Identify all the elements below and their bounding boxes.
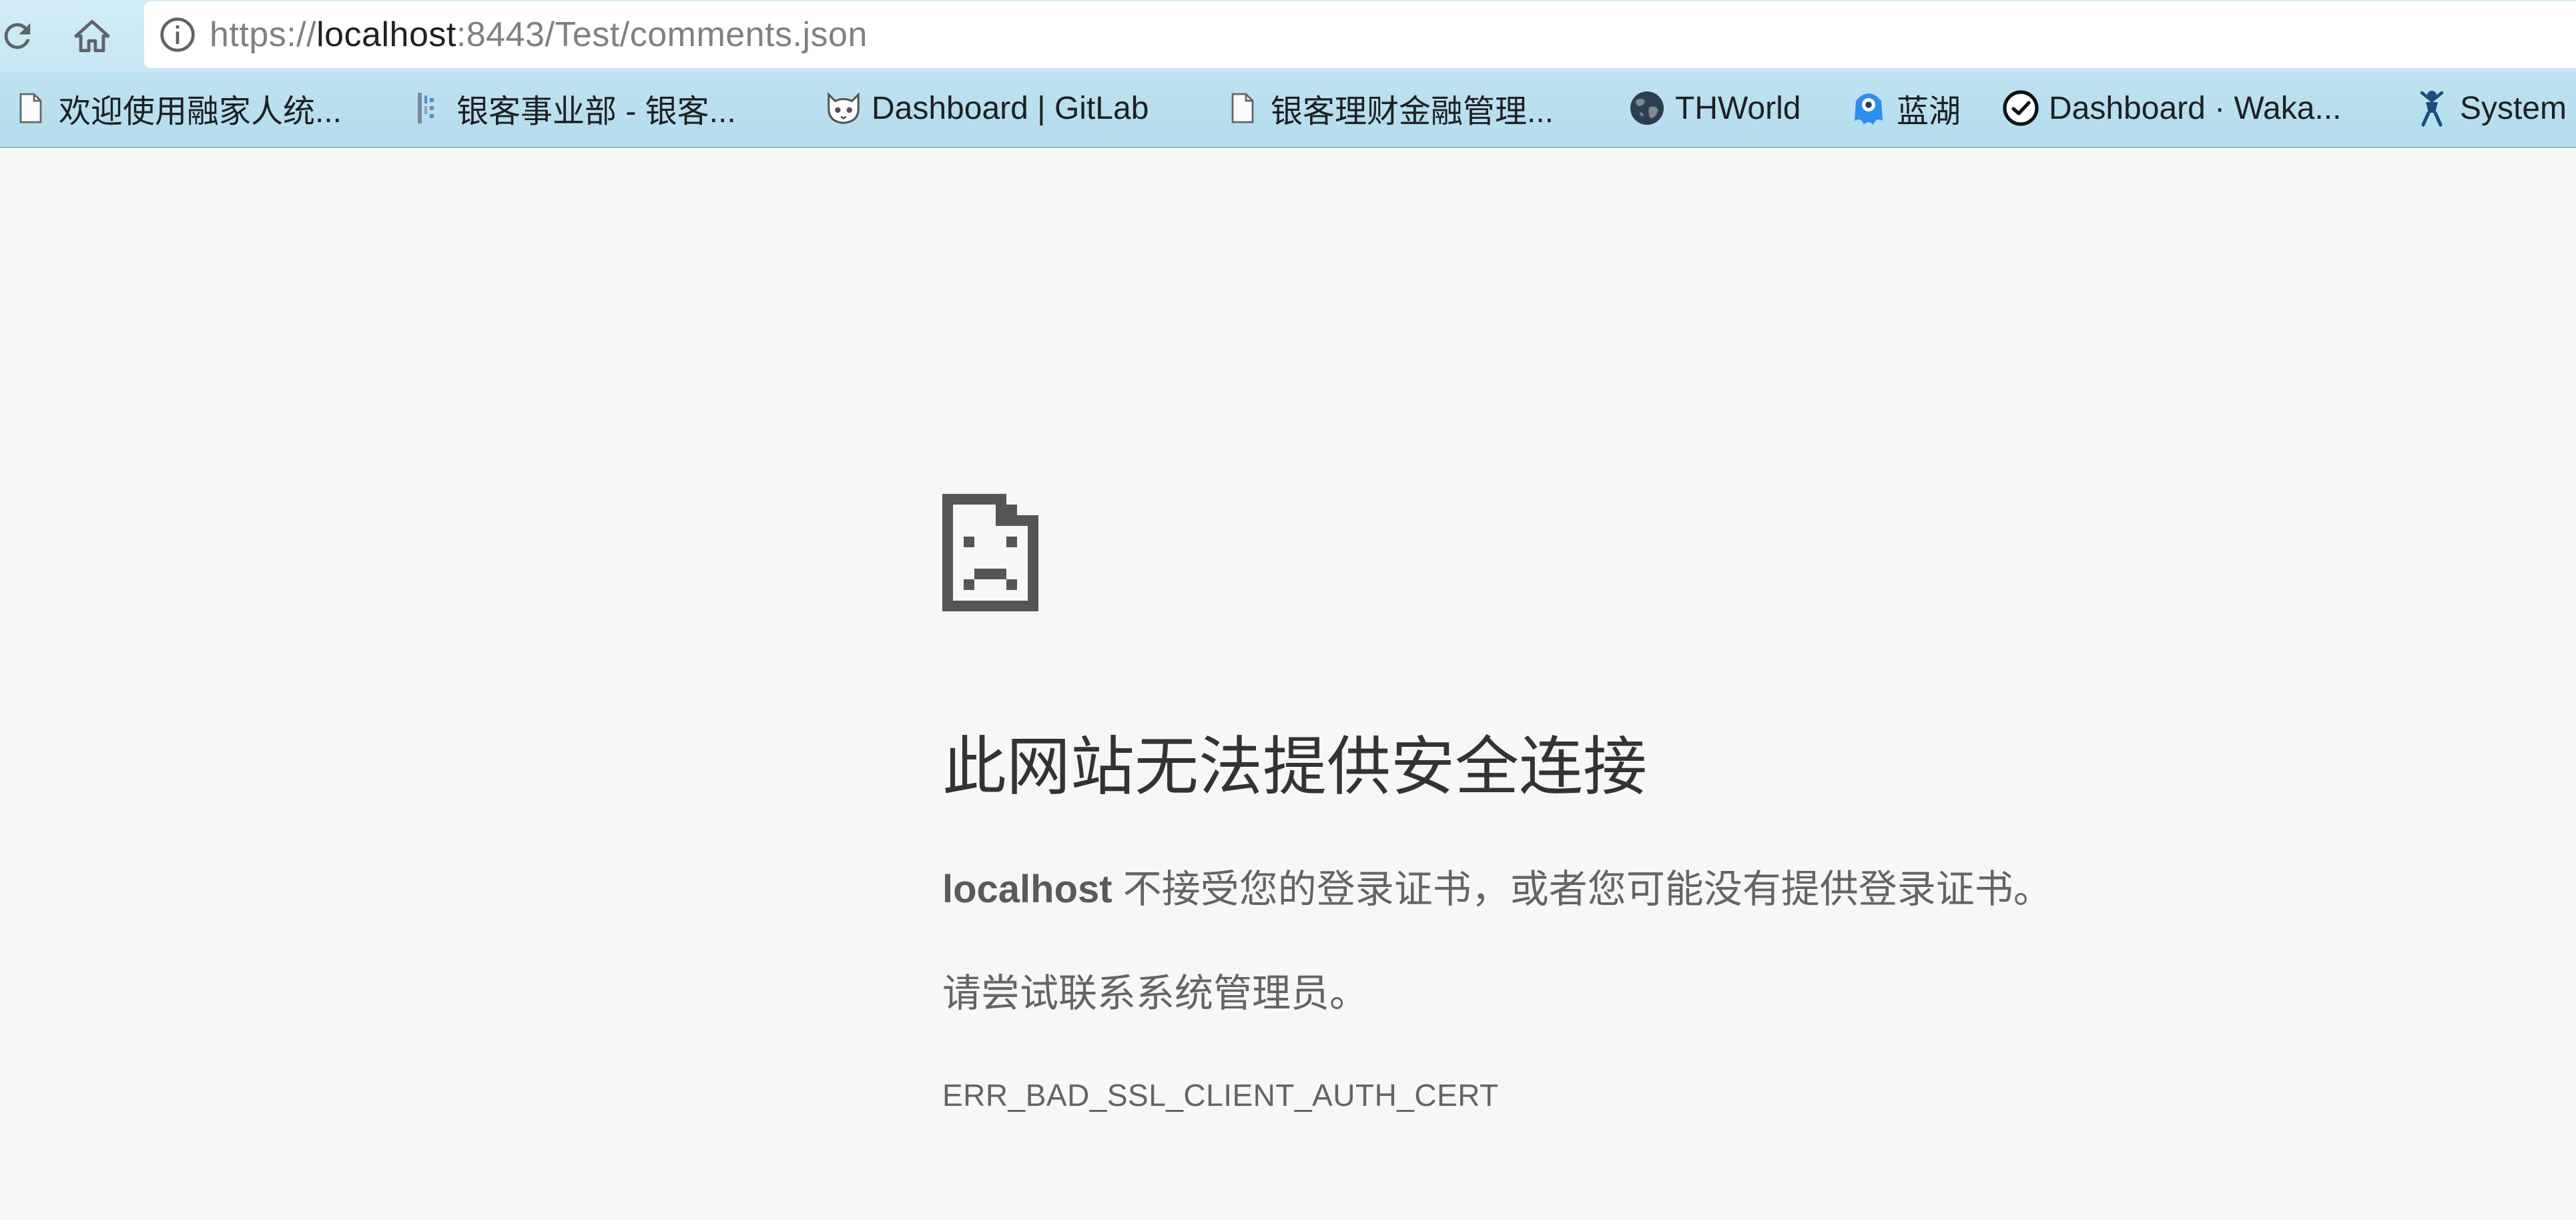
bookmark-item[interactable]: System: [2413, 72, 2567, 144]
bookmark-item[interactable]: 银客事业部 - 银客...: [410, 72, 736, 144]
jenkins-icon: [2413, 89, 2451, 127]
bookmarks-bar: 欢迎使用融家人统... 银客事业部 - 银客... Dashboard | Gi: [0, 72, 2576, 148]
page-icon: [12, 89, 49, 127]
bookmark-item[interactable]: 银客理财金融管理...: [1224, 72, 1554, 144]
bookmark-label: 欢迎使用融家人统...: [59, 94, 342, 129]
sad-page-icon: [942, 494, 1038, 611]
error-title: 此网站无法提供安全连接: [942, 731, 1647, 803]
url-scheme: https://: [210, 15, 317, 54]
url-path: :8443/Test/comments.json: [456, 15, 868, 54]
bookmark-label: 银客事业部 - 银客...: [456, 94, 736, 129]
gitlab-icon: [825, 89, 862, 127]
reload-icon: [4, 23, 31, 49]
reload-button[interactable]: [0, 9, 44, 63]
bookmark-item[interactable]: Dashboard | GitLab: [825, 72, 1149, 144]
error-suggestion: 请尝试联系系统管理员。: [942, 972, 1369, 1015]
bookmark-label: 银客理财金融管理...: [1271, 94, 1554, 129]
home-icon: [74, 19, 110, 53]
error-host: localhost: [942, 868, 1112, 911]
bookmark-label: THWorld: [1675, 90, 1801, 126]
bookmark-item[interactable]: 欢迎使用融家人统...: [12, 72, 342, 144]
globe-icon: [1628, 89, 1666, 127]
info-icon[interactable]: [159, 16, 196, 53]
confluence-icon: [410, 89, 447, 127]
url-host: localhost: [316, 15, 456, 54]
bookmark-item[interactable]: THWorld: [1628, 72, 1801, 144]
page-icon: [1224, 89, 1261, 127]
bookmark-label: Dashboard | GitLab: [872, 90, 1149, 126]
url-text[interactable]: https://localhost:8443/Test/comments.jso…: [210, 15, 868, 55]
error-description-text: 不接受您的登录证书，或者您可能没有提供登录证书。: [1112, 868, 2052, 911]
bookmark-item[interactable]: 蓝湖: [1850, 72, 1961, 144]
bookmark-label: Dashboard · Waka...: [2049, 90, 2342, 126]
error-description: localhost 不接受您的登录证书，或者您可能没有提供登录证书。: [942, 870, 2052, 909]
bookmark-label: 蓝湖: [1897, 94, 1961, 129]
error-code[interactable]: ERR_BAD_SSL_CLIENT_AUTH_CERT: [942, 1080, 1499, 1111]
clock-icon: [2002, 89, 2039, 127]
address-bar[interactable]: https://localhost:8443/Test/comments.jso…: [144, 1, 2576, 68]
home-button[interactable]: [65, 9, 119, 63]
bookmark-item[interactable]: Dashboard · Waka...: [2002, 72, 2341, 144]
lanhu-icon: [1850, 89, 1887, 127]
bookmark-label: System: [2460, 90, 2567, 126]
browser-toolbar: https://localhost:8443/Test/comments.jso…: [0, 0, 2576, 72]
